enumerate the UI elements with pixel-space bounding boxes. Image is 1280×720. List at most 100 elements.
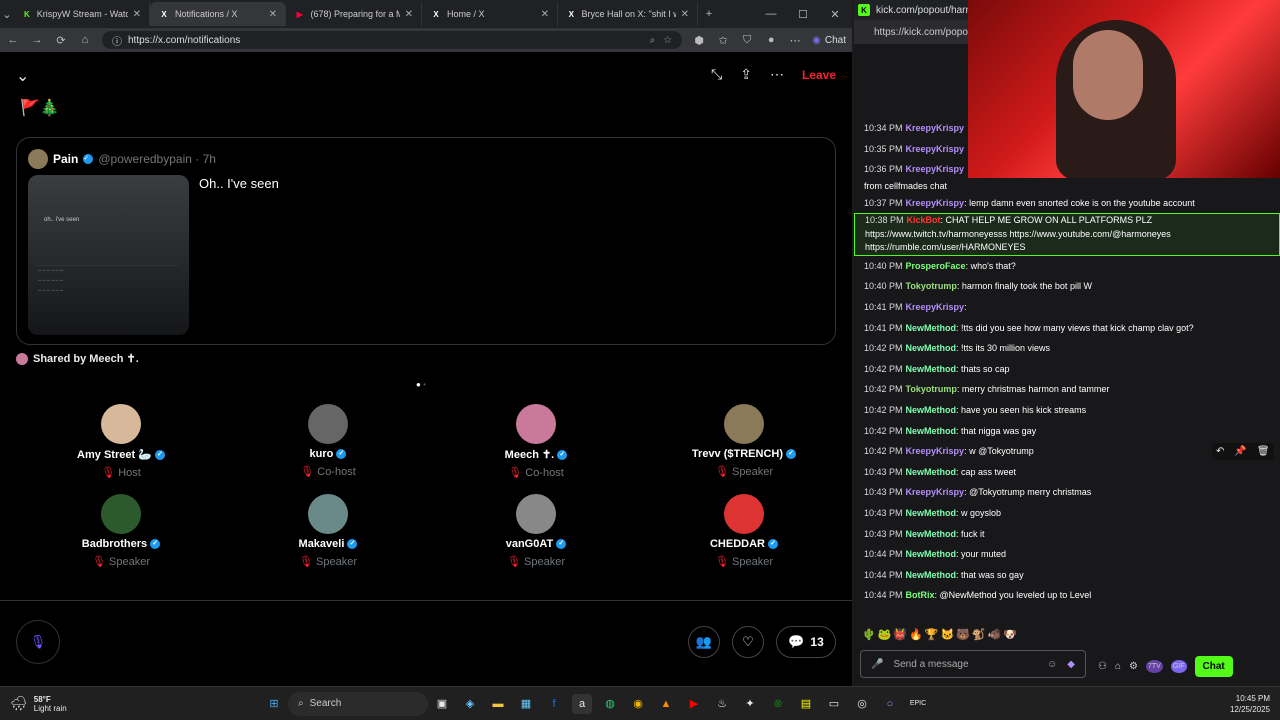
- browser-tab[interactable]: X Notifications / X ✕: [150, 2, 286, 26]
- emote-picker-icon[interactable]: 🎤: [871, 659, 883, 670]
- chat-username[interactable]: KreepyKrispy: [906, 446, 965, 456]
- clock[interactable]: 10:45 PM 12/25/2025: [1230, 693, 1280, 715]
- participant[interactable]: Makaveli ✓ 🎙 Speaker: [258, 494, 398, 568]
- gif-icon[interactable]: GIF: [1170, 660, 1187, 673]
- comments-button[interactable]: 💬 13: [776, 626, 836, 658]
- windows-start-icon[interactable]: ⊞: [264, 694, 284, 714]
- chat-message[interactable]: https://rumble.com/user/HARMONEYES: [854, 241, 1280, 256]
- capture-icon[interactable]: ○: [880, 694, 900, 714]
- chat-message[interactable]: 10:43 PM NewMethod: w goyslob: [854, 503, 1280, 524]
- reply-icon[interactable]: ↶: [1216, 446, 1224, 457]
- chat-message[interactable]: 10:44 PM NewMethod: your muted: [854, 544, 1280, 565]
- chat-username[interactable]: NewMethod: [906, 549, 957, 559]
- chat-username[interactable]: NewMethod: [906, 343, 957, 353]
- app-icon[interactable]: ✦: [740, 694, 760, 714]
- delete-icon[interactable]: 🗑: [1257, 446, 1270, 457]
- chat-username[interactable]: KreepyKrispy: [906, 144, 965, 154]
- tab-list-icon[interactable]: ⌄: [0, 8, 14, 21]
- chat-username[interactable]: NewMethod: [906, 508, 957, 518]
- tab-close-icon[interactable]: ✕: [405, 9, 413, 20]
- tab-close-icon[interactable]: ✕: [133, 9, 141, 20]
- home-icon[interactable]: ⌂: [78, 34, 92, 46]
- react-button[interactable]: ♡: [732, 626, 764, 658]
- chat-username[interactable]: NewMethod: [906, 570, 957, 580]
- participant[interactable]: Meech ✝. ✓ 🎙 Co-host: [466, 404, 606, 479]
- browser-tab[interactable]: X Home / X ✕: [422, 2, 558, 26]
- chat-message[interactable]: 10:42 PM NewMethod: that nigga was gay: [854, 421, 1280, 442]
- chat-button[interactable]: ◉ Chat: [812, 35, 846, 46]
- forward-icon[interactable]: →: [30, 34, 44, 46]
- vlc-icon[interactable]: ▲: [656, 694, 676, 714]
- copilot-icon[interactable]: ◈: [460, 694, 480, 714]
- users-icon[interactable]: ⚇: [1098, 661, 1107, 672]
- shield-icon[interactable]: ⛉: [740, 34, 754, 47]
- extension-icon[interactable]: ⬢: [692, 34, 706, 47]
- post-image[interactable]: oh.. i've seen ━ ━ ━ ━ ━ ━ ━ ━ ━ ━ ━ ━ ━ ━…: [28, 175, 189, 335]
- tab-close-icon[interactable]: ✕: [269, 9, 277, 20]
- chat-username[interactable]: BotRix: [906, 590, 935, 600]
- chat-username[interactable]: KreepyKrispy: [906, 198, 965, 208]
- participant[interactable]: Amy Street 🦢 ✓ 🎙 Host: [51, 404, 191, 479]
- smiley-icon[interactable]: ☺: [1047, 659, 1057, 670]
- avatar[interactable]: [308, 404, 348, 444]
- tab-close-icon[interactable]: ✕: [681, 9, 689, 20]
- weather-widget[interactable]: 🌧 58°F Light rain: [0, 695, 260, 713]
- chat-message[interactable]: https://www.twitch.tv/harmoneyesss https…: [854, 227, 1280, 242]
- zoom-icon[interactable]: ⌕: [650, 35, 656, 46]
- chat-username[interactable]: KickBot: [907, 215, 941, 225]
- 7tv-icon[interactable]: 7TV: [1145, 660, 1163, 673]
- profile-icon[interactable]: ●: [764, 34, 778, 46]
- settings-icon[interactable]: ⚙: [1129, 661, 1138, 672]
- chat-message[interactable]: 10:40 PM ProsperoFace: who's that?: [854, 256, 1280, 277]
- avatar[interactable]: [516, 494, 556, 534]
- chat-username[interactable]: NewMethod: [906, 364, 957, 374]
- avatar[interactable]: [308, 494, 348, 534]
- steam-icon[interactable]: ♨: [712, 694, 732, 714]
- avatar[interactable]: [28, 149, 48, 169]
- avatar[interactable]: [101, 494, 141, 534]
- reload-icon[interactable]: ⟳: [54, 34, 68, 47]
- site-info-icon[interactable]: ⓘ: [112, 33, 122, 48]
- browser-tab[interactable]: K KrispyW Stream - Watch Liv ✕: [14, 2, 150, 26]
- chat-username[interactable]: NewMethod: [906, 529, 957, 539]
- chat-message[interactable]: 10:43 PM KreepyKrispy: @Tokyotrump merry …: [854, 482, 1280, 503]
- store-icon[interactable]: ⌂: [1115, 661, 1121, 672]
- participant[interactable]: vanG0AT ✓ 🎙 Speaker: [466, 494, 606, 568]
- chat-message[interactable]: 10:42 PM NewMethod: !tts its 30 million v…: [854, 338, 1280, 359]
- chat-username[interactable]: NewMethod: [906, 426, 957, 436]
- chat-message[interactable]: 10:41 PM KreepyKrispy:: [854, 297, 1280, 318]
- browser-tab[interactable]: ▶ (678) Preparing for a M ✕: [286, 2, 422, 26]
- mic-button[interactable]: 🎙: [16, 620, 60, 664]
- chat-username[interactable]: KreepyKrispy: [906, 123, 965, 133]
- file-explorer-icon[interactable]: ▬: [488, 694, 508, 714]
- chat-message[interactable]: 10:38 PM KickBot: CHAT HELP ME GROW ON AL…: [854, 213, 1280, 228]
- minimize-icon[interactable]: —: [764, 8, 778, 21]
- leave-button[interactable]: Leave: [802, 68, 836, 82]
- chat-username[interactable]: NewMethod: [906, 323, 957, 333]
- share-icon[interactable]: ⇪: [740, 66, 752, 83]
- avatar[interactable]: [724, 404, 764, 444]
- avatar[interactable]: [101, 404, 141, 444]
- edge-icon[interactable]: ◍: [600, 694, 620, 714]
- chat-message[interactable]: 10:42 PM NewMethod: thats so cap: [854, 359, 1280, 380]
- favorites-icon[interactable]: ✩: [716, 34, 730, 47]
- taskbar-search[interactable]: ⌕ Search: [288, 691, 428, 716]
- chat-input[interactable]: 🎤 Send a message ☺ ◆: [860, 650, 1086, 678]
- favorite-icon[interactable]: ☆: [663, 35, 672, 46]
- url-field[interactable]: ⓘ https://x.com/notifications ⌕ ☆: [102, 31, 683, 49]
- close-window-icon[interactable]: ✕: [828, 8, 842, 21]
- back-icon[interactable]: ←: [6, 34, 20, 46]
- chat-username[interactable]: Tokyotrump: [906, 384, 957, 394]
- chat-message[interactable]: 10:44 PM NewMethod: that was so gay: [854, 565, 1280, 586]
- chat-username[interactable]: ProsperoFace: [906, 261, 966, 271]
- avatar[interactable]: [724, 494, 764, 534]
- xbox-icon[interactable]: ⊗: [768, 694, 788, 714]
- more-options-icon[interactable]: ⋯: [770, 66, 784, 83]
- youtube-icon[interactable]: ▶: [684, 694, 704, 714]
- participant[interactable]: Badbrothers ✓ 🎙 Speaker: [51, 494, 191, 568]
- chrome-icon[interactable]: ◉: [628, 694, 648, 714]
- chat-username[interactable]: KreepyKrispy: [906, 164, 965, 174]
- chat-message[interactable]: 10:43 PM NewMethod: cap ass tweet: [854, 462, 1280, 483]
- chat-message[interactable]: 10:40 PM Tokyotrump: harmon finally took …: [854, 276, 1280, 297]
- chat-message[interactable]: 10:42 PM Tokyotrump: merry christmas harm…: [854, 379, 1280, 400]
